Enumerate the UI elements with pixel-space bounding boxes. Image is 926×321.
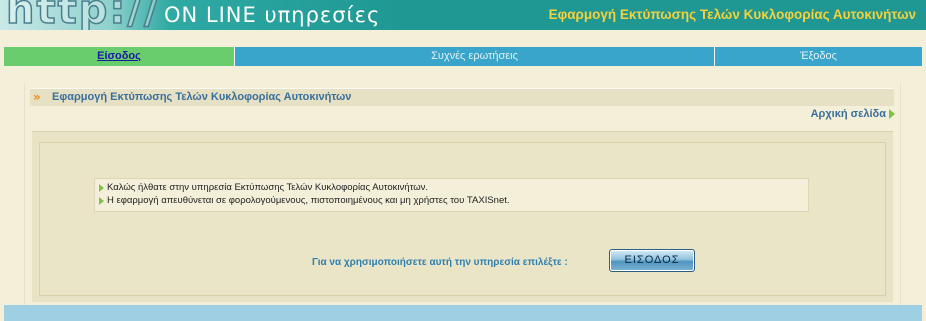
- arrow-right-icon: [889, 109, 895, 119]
- header-banner: http:// ON LINE υπηρεσίες Εφαρμογή Εκτύπ…: [0, 0, 926, 30]
- info-box: Καλώς ήλθατε στην υπηρεσία Εκτύπωσης Τελ…: [94, 178, 809, 212]
- double-chevron-icon: »: [33, 90, 41, 104]
- home-link[interactable]: Αρχική σελίδα: [811, 108, 895, 120]
- info-line-text: Η εφαρμογή απευθύνεται σε φορολογούμενου…: [107, 195, 510, 206]
- home-link-label[interactable]: Αρχική σελίδα: [811, 108, 886, 120]
- main-nav: Είσοδος Συχνές ερωτήσεις Έξοδος: [4, 47, 922, 66]
- logo-services-text: ON LINE υπηρεσίες: [164, 3, 381, 27]
- panel-title: Εφαρμογή Εκτύπωσης Τελών Κυκλοφορίας Αυτ…: [52, 91, 352, 103]
- nav-tab-faq[interactable]: Συχνές ερωτήσεις: [235, 47, 715, 66]
- bullet-arrow-icon: [99, 196, 104, 205]
- enter-button[interactable]: ΕΙΣΟΔΟΣ: [609, 249, 695, 272]
- info-line: Καλώς ήλθατε στην υπηρεσία Εκτύπωσης Τελ…: [99, 181, 808, 194]
- info-line-text: Καλώς ήλθατε στην υπηρεσία Εκτύπωσης Τελ…: [107, 182, 428, 193]
- content-box: Καλώς ήλθατε στην υπηρεσία Εκτύπωσης Τελ…: [39, 142, 886, 296]
- app-title: Εφαρμογή Εκτύπωσης Τελών Κυκλοφορίας Αυτ…: [548, 7, 916, 22]
- bullet-arrow-icon: [99, 183, 104, 192]
- nav-tab-exit[interactable]: Έξοδος: [715, 47, 922, 66]
- content-frame: Καλώς ήλθατε στην υπηρεσία Εκτύπωσης Τελ…: [32, 131, 893, 302]
- logo-url-text: http://: [5, 0, 161, 30]
- nav-tab-login[interactable]: Είσοδος: [4, 47, 235, 66]
- prompt-text: Για να χρησιμοποιήσετε αυτή την υπηρεσία…: [312, 257, 568, 268]
- info-line: Η εφαρμογή απευθύνεται σε φορολογούμενου…: [99, 194, 808, 207]
- panel-title-bar: » Εφαρμογή Εκτύπωσης Τελών Κυκλοφορίας Α…: [30, 88, 894, 106]
- main-panel: » Εφαρμογή Εκτύπωσης Τελών Κυκλοφορίας Α…: [24, 83, 901, 305]
- footer-bar: [4, 305, 922, 321]
